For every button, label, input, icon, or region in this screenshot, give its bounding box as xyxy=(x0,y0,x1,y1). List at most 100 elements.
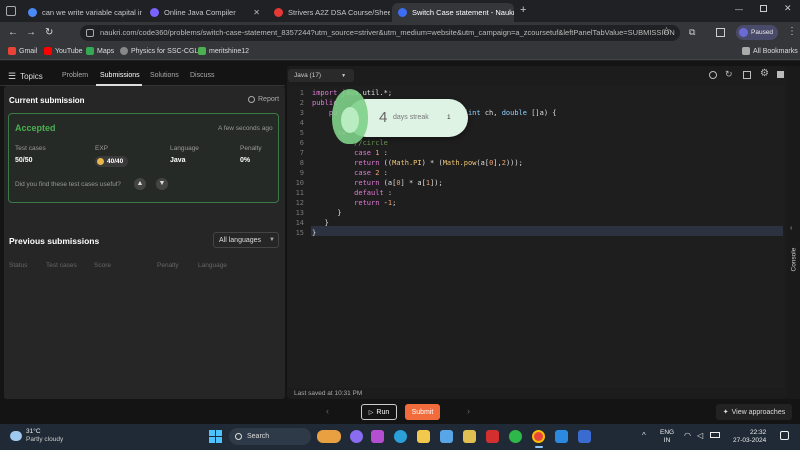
report-button[interactable]: Report xyxy=(248,96,279,103)
bookmark-maps[interactable]: Maps xyxy=(86,47,114,55)
language-value: Java xyxy=(170,157,186,164)
weather-widget[interactable]: 31°C Partly cloudy xyxy=(10,428,63,444)
maximize-icon[interactable] xyxy=(760,5,767,12)
bookmark-label: Physics for SSC-CGL xyxy=(131,47,199,55)
reload-icon[interactable]: ↻ xyxy=(45,27,53,38)
exp-badge: 40/40 xyxy=(95,156,129,167)
submit-button[interactable]: Submit xyxy=(405,404,440,420)
browser-tab-3[interactable]: Strivers A2Z DSA Course/Sheet ✕ xyxy=(268,3,390,22)
edge-icon[interactable] xyxy=(394,430,407,443)
console-label: Console xyxy=(790,247,798,272)
photos-icon[interactable] xyxy=(440,430,453,443)
line-number: 14 xyxy=(295,219,304,227)
timer-icon[interactable] xyxy=(709,71,717,79)
bookmark-physics[interactable]: Physics for SSC-CGL xyxy=(120,47,198,55)
language-select[interactable]: Java (17) ▼ xyxy=(288,69,354,82)
youtube-icon xyxy=(44,47,52,55)
label-exp: EXP xyxy=(95,145,109,152)
vscode-icon[interactable] xyxy=(555,430,568,443)
minimize-icon[interactable]: — xyxy=(735,5,743,14)
tab-discuss[interactable]: Discuss xyxy=(190,72,215,79)
app-icon[interactable] xyxy=(578,430,591,443)
submission-time: A few seconds ago xyxy=(218,125,273,132)
chrome-icon[interactable] xyxy=(532,430,545,443)
settings-icon[interactable]: ⚙ xyxy=(760,68,769,79)
mcafee-icon[interactable] xyxy=(486,430,499,443)
streak-popup[interactable]: 4 days streak 1 xyxy=(332,89,468,144)
bookmark-label: All Bookmarks xyxy=(753,47,798,55)
code-line: } xyxy=(312,219,329,227)
url-field[interactable]: naukri.com/code360/problems/switch-case-… xyxy=(80,25,680,41)
bookmark-gmail[interactable]: Gmail xyxy=(8,47,37,55)
file-explorer-icon[interactable] xyxy=(417,430,430,443)
line-number: 4 xyxy=(299,119,304,127)
previous-submissions-title: Previous submissions xyxy=(9,236,100,246)
store-icon[interactable] xyxy=(463,430,476,443)
browser-tab-title: Strivers A2Z DSA Course/Sheet xyxy=(288,8,390,17)
forward-icon[interactable]: → xyxy=(26,27,36,38)
clock-time: 22:32 xyxy=(749,429,767,436)
weather-temp: 31°C xyxy=(26,428,41,435)
back-icon[interactable]: ← xyxy=(8,27,18,38)
site-info-icon[interactable] xyxy=(86,29,94,37)
col-test-cases: Test cases xyxy=(46,262,77,269)
widgets-icon[interactable] xyxy=(317,430,341,443)
bookmark-star-icon[interactable]: ☆ xyxy=(662,26,671,37)
line-number: 6 xyxy=(299,139,304,147)
browser-tab-1[interactable]: can we write variable capital in ✕ xyxy=(22,3,142,22)
tab-submissions[interactable]: Submissions xyxy=(100,72,140,79)
line-number: 3 xyxy=(299,109,304,117)
line-number: 1 xyxy=(299,89,304,97)
naukri-icon xyxy=(398,8,407,17)
bookmark-meritshine[interactable]: meritshine12 xyxy=(198,47,249,55)
menu-icon[interactable]: ⋮ xyxy=(787,26,797,37)
topics-button[interactable]: ☰ Topics xyxy=(8,71,43,82)
volume-icon[interactable]: ◁ xyxy=(697,431,703,440)
line-number: 8 xyxy=(299,159,304,167)
next-problem-icon[interactable]: › xyxy=(467,406,470,416)
view-approaches-button[interactable]: ✦ View approaches xyxy=(716,404,792,420)
code-line: return ((Math.PI) * (Math.pow(a[0],2))); xyxy=(354,159,523,167)
action-footer xyxy=(0,399,800,424)
tab-solutions[interactable]: Solutions xyxy=(150,72,179,79)
teams-icon[interactable] xyxy=(371,430,384,443)
globe-icon xyxy=(120,47,128,55)
language-indicator[interactable]: ENG IN xyxy=(660,429,674,445)
run-button[interactable]: ▷ Run xyxy=(361,404,397,420)
report-label: Report xyxy=(258,96,280,103)
whatsapp-icon[interactable] xyxy=(509,430,522,443)
copilot-icon[interactable] xyxy=(350,430,363,443)
extensions-icon[interactable]: ⧉ xyxy=(689,27,695,38)
windows-start-icon[interactable] xyxy=(209,430,222,443)
new-tab-icon[interactable]: + xyxy=(520,4,526,16)
all-bookmarks[interactable]: All Bookmarks xyxy=(742,47,798,55)
close-icon[interactable]: ✕ xyxy=(253,8,260,17)
thumbs-up-button[interactable]: ▲ xyxy=(134,178,146,190)
language-filter-select[interactable]: All languages ▼ xyxy=(213,232,279,248)
notification-icon[interactable] xyxy=(780,431,789,440)
bookmark-youtube[interactable]: YouTube xyxy=(44,47,83,55)
profile-button[interactable]: Paused xyxy=(736,25,778,40)
battery-icon[interactable] xyxy=(710,432,720,438)
penalty-value: 0% xyxy=(240,157,251,164)
browser-tab-2[interactable]: Online Java Compiler ✕ xyxy=(144,3,266,22)
tray-chevron-icon[interactable]: ^ xyxy=(642,431,646,440)
reset-icon[interactable]: ↻ xyxy=(725,69,733,80)
fullscreen-icon[interactable] xyxy=(743,71,751,79)
browser-tab-4[interactable]: Switch Case statement - Naukri ✕ xyxy=(392,3,514,22)
clock[interactable]: 22:32 27-03-2024 xyxy=(733,429,766,445)
expand-icon[interactable] xyxy=(777,71,784,78)
sidebar-icon[interactable] xyxy=(716,28,725,37)
tab-search-icon[interactable] xyxy=(6,6,16,16)
prev-problem-icon[interactable]: ‹ xyxy=(326,406,329,416)
tab-problem[interactable]: Problem xyxy=(62,72,88,79)
taskbar-search[interactable]: Search xyxy=(229,428,311,445)
wifi-icon[interactable]: ◠ xyxy=(684,431,691,440)
active-app-indicator xyxy=(535,446,543,448)
thumbs-down-button[interactable]: ▼ xyxy=(156,178,168,190)
bookmark-label: Gmail xyxy=(19,47,38,55)
code-line: default : xyxy=(354,189,393,197)
current-submission-title: Current submission xyxy=(9,96,85,105)
google-icon xyxy=(28,8,37,17)
window-close-icon[interactable]: ✕ xyxy=(784,3,792,14)
